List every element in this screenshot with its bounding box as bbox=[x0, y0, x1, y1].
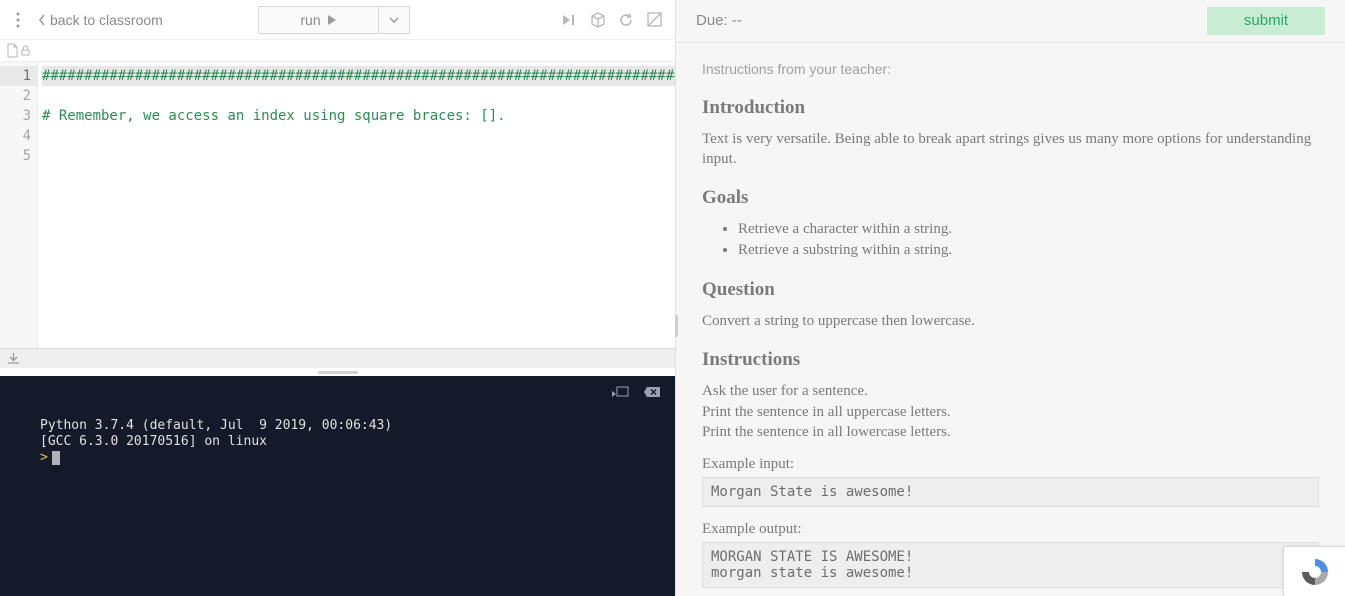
back-label: back to classroom bbox=[50, 12, 163, 28]
file-tab-main[interactable] bbox=[6, 43, 30, 58]
terminal-line: Python 3.7.4 (default, Jul 9 2019, 00:06… bbox=[40, 418, 663, 434]
assignment-header: Due: -- submit bbox=[676, 0, 1345, 43]
editor-toolbar: back to classroom run bbox=[0, 0, 675, 40]
code-editor[interactable]: 12345 ##################################… bbox=[0, 62, 675, 348]
refresh-icon[interactable] bbox=[617, 11, 635, 29]
goals-list: Retrieve a character within a string.Ret… bbox=[702, 219, 1319, 261]
code-line[interactable] bbox=[42, 146, 675, 166]
goal-item: Retrieve a substring within a string. bbox=[738, 240, 1319, 261]
code-line[interactable] bbox=[42, 86, 675, 106]
example-output-label: Example output: bbox=[702, 521, 1319, 538]
run-label: run bbox=[300, 12, 320, 28]
terminal-prompt: > bbox=[40, 450, 48, 465]
instruction-steps: Ask the user for a sentence.Print the se… bbox=[702, 381, 1319, 442]
file-tabs bbox=[0, 40, 675, 62]
chevron-left-icon bbox=[38, 14, 46, 26]
more-menu-icon[interactable] bbox=[6, 12, 30, 28]
section-goals-heading: Goals bbox=[702, 187, 1319, 209]
terminal-line: [GCC 6.3.0 20170516] on linux bbox=[40, 434, 663, 450]
editor-footer bbox=[0, 348, 675, 368]
question-text: Convert a string to uppercase then lower… bbox=[702, 311, 1319, 331]
code-area[interactable]: ########################################… bbox=[38, 62, 675, 348]
due-label: Due: -- bbox=[696, 12, 742, 29]
intro-text: Text is very versatile. Being able to br… bbox=[702, 129, 1319, 170]
package-icon[interactable] bbox=[589, 11, 607, 29]
code-line[interactable]: # Remember, we access an index using squ… bbox=[42, 106, 675, 126]
run-button[interactable]: run bbox=[258, 6, 378, 34]
section-intro-heading: Introduction bbox=[702, 97, 1319, 119]
goal-item: Retrieve a character within a string. bbox=[738, 219, 1319, 240]
example-input-label: Example input: bbox=[702, 456, 1319, 473]
code-line[interactable] bbox=[42, 126, 675, 146]
terminal[interactable]: Python 3.7.4 (default, Jul 9 2019, 00:06… bbox=[0, 376, 675, 596]
terminal-cursor bbox=[52, 451, 60, 465]
example-output-box: MORGAN STATE IS AWESOME! morgan state is… bbox=[702, 542, 1319, 588]
terminal-popout-icon[interactable] bbox=[611, 386, 629, 405]
submit-button[interactable]: submit bbox=[1207, 7, 1325, 35]
download-icon[interactable] bbox=[6, 352, 20, 366]
line-gutter: 12345 bbox=[0, 62, 38, 348]
instructions-from-label: Instructions from your teacher: bbox=[702, 61, 1319, 77]
vertical-splitter[interactable] bbox=[672, 310, 680, 342]
fullscreen-icon[interactable] bbox=[645, 11, 663, 29]
recaptcha-badge bbox=[1283, 546, 1345, 596]
panel-resize-handle[interactable] bbox=[0, 368, 675, 376]
section-question-heading: Question bbox=[702, 279, 1319, 301]
instructions-panel: Instructions from your teacher: Introduc… bbox=[676, 43, 1345, 596]
back-to-classroom-link[interactable]: back to classroom bbox=[30, 12, 171, 28]
step-over-icon[interactable] bbox=[561, 11, 579, 29]
code-line[interactable]: ########################################… bbox=[42, 66, 675, 86]
terminal-clear-icon[interactable] bbox=[643, 386, 661, 405]
chevron-down-icon bbox=[389, 17, 399, 23]
play-icon bbox=[327, 14, 337, 26]
example-input-box: Morgan State is awesome! bbox=[702, 477, 1319, 507]
run-dropdown-button[interactable] bbox=[378, 6, 410, 34]
lock-icon bbox=[21, 45, 30, 56]
section-instructions-heading: Instructions bbox=[702, 349, 1319, 371]
file-icon bbox=[6, 43, 19, 58]
